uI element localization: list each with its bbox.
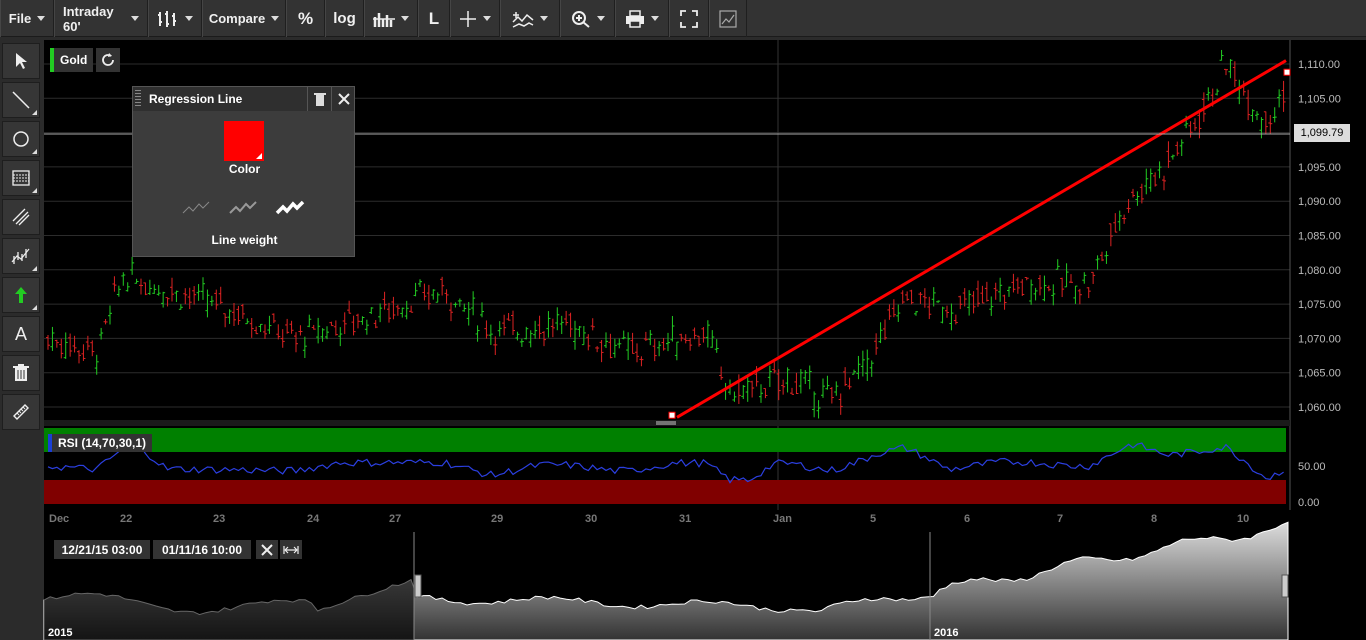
crosshair-button[interactable] [450, 0, 500, 37]
chart-frame-icon [719, 9, 737, 28]
chevron-down-icon [651, 16, 659, 21]
close-icon [337, 93, 350, 105]
chevron-down-icon [540, 16, 548, 21]
range-end-date[interactable]: 01/11/16 10:00 [153, 540, 251, 559]
compare-menu-button[interactable]: Compare [202, 0, 286, 37]
ruler-icon [13, 404, 29, 420]
pointer-icon [16, 53, 27, 69]
chevron-down-icon [131, 16, 139, 21]
zoom-button[interactable] [560, 0, 615, 37]
fullscreen-button[interactable] [669, 0, 709, 37]
expand-horizontal-icon [283, 545, 299, 554]
line-weight-thin-option[interactable] [181, 199, 213, 217]
delete-drawings-tool[interactable] [2, 355, 40, 391]
chevron-down-icon [596, 16, 605, 21]
chevron-down-icon [37, 16, 46, 21]
line-weight-medium-option[interactable] [228, 199, 260, 217]
regression-line-dialog: Regression Line Color Line weight [132, 86, 355, 257]
chevron-down-icon [185, 16, 193, 21]
symbol-label: Gold [50, 48, 94, 72]
trash-icon [13, 364, 29, 381]
studies-button[interactable] [500, 0, 560, 37]
arrow-tool[interactable] [2, 277, 40, 313]
print-button[interactable] [615, 0, 669, 37]
indicators-button[interactable] [364, 0, 418, 37]
zoom-icon [571, 10, 590, 28]
chart-type-button[interactable] [148, 0, 202, 37]
text-a-icon: A [14, 323, 27, 344]
line-studies-icon [512, 11, 534, 28]
up-arrow-icon [15, 287, 27, 303]
rsi-label-text: RSI (14,70,30,1) [58, 436, 147, 450]
refresh-button[interactable] [96, 48, 120, 72]
bars-pattern-icon [11, 248, 30, 264]
ohlc-bars-icon [158, 10, 176, 27]
reset-range-button[interactable] [256, 540, 278, 559]
drag-handle-icon[interactable] [135, 90, 141, 108]
line-mode-button[interactable]: L [418, 0, 450, 37]
close-icon [261, 543, 273, 556]
interval-menu-button[interactable]: Intraday 60' [54, 0, 148, 37]
line-weight-thick-option[interactable] [275, 199, 307, 217]
top-toolbar: File Intraday 60' Compare % log L [0, 0, 1366, 37]
percent-button[interactable]: % [286, 0, 325, 37]
submenu-corner-icon [32, 110, 37, 115]
last-price-tag: 1,099.79 [1294, 124, 1350, 142]
text-tool[interactable]: A [2, 316, 40, 352]
file-menu-label: File [8, 11, 32, 26]
compare-label: Compare [208, 11, 266, 26]
drawing-tools: A [0, 40, 41, 640]
color-swatch[interactable] [224, 121, 264, 161]
circle-tool[interactable] [2, 121, 40, 157]
dialog-header[interactable]: Regression Line [133, 87, 354, 111]
parallel-lines-icon [12, 208, 30, 226]
crosshair-icon [460, 10, 476, 27]
last-price-value: 1,099.79 [1300, 127, 1344, 139]
submenu-corner-icon [32, 266, 37, 271]
pattern-tool[interactable] [2, 238, 40, 274]
channel-tool[interactable] [2, 199, 40, 235]
chart-settings-button[interactable] [709, 0, 747, 37]
submenu-corner-icon [32, 149, 37, 154]
log-label: log [333, 10, 356, 27]
dialog-title: Regression Line [149, 92, 243, 106]
range-start-date[interactable]: 12/21/15 03:00 [54, 540, 150, 559]
submenu-corner-icon [32, 305, 37, 310]
percent-label: % [297, 8, 314, 28]
fibonacci-icon [12, 170, 30, 186]
file-menu-button[interactable]: File [0, 0, 54, 37]
trash-icon [313, 93, 326, 106]
rsi-label: RSI (14,70,30,1) [48, 434, 153, 452]
trend-line-icon [12, 91, 30, 109]
volume-bars-icon [373, 12, 395, 27]
close-dialog-button[interactable] [331, 87, 355, 111]
printer-icon [626, 9, 644, 28]
range-end-text: 01/11/16 10:00 [161, 542, 243, 557]
log-scale-button[interactable]: log [325, 0, 364, 37]
chevron-down-icon [401, 16, 409, 21]
chevron-down-icon [271, 16, 280, 21]
submenu-corner-icon [256, 153, 262, 159]
interval-label: Intraday 60' [63, 3, 114, 34]
line-mode-label: L [428, 8, 440, 28]
refresh-icon [102, 53, 114, 66]
color-label: Color [228, 162, 261, 176]
range-start-text: 12/21/15 03:00 [61, 542, 143, 557]
symbol-name: Gold [60, 53, 88, 67]
fibonacci-tool[interactable] [2, 160, 40, 196]
submenu-corner-icon [32, 188, 37, 193]
expand-range-button[interactable] [280, 540, 302, 559]
delete-drawing-button[interactable] [307, 87, 331, 111]
select-tool[interactable] [2, 43, 40, 79]
line-tool[interactable] [2, 82, 40, 118]
ruler-tool[interactable] [2, 394, 40, 430]
line-weight-label: Line weight [211, 233, 278, 247]
chevron-down-icon [483, 16, 491, 21]
circle-icon [13, 131, 29, 147]
fullscreen-icon [680, 9, 698, 28]
